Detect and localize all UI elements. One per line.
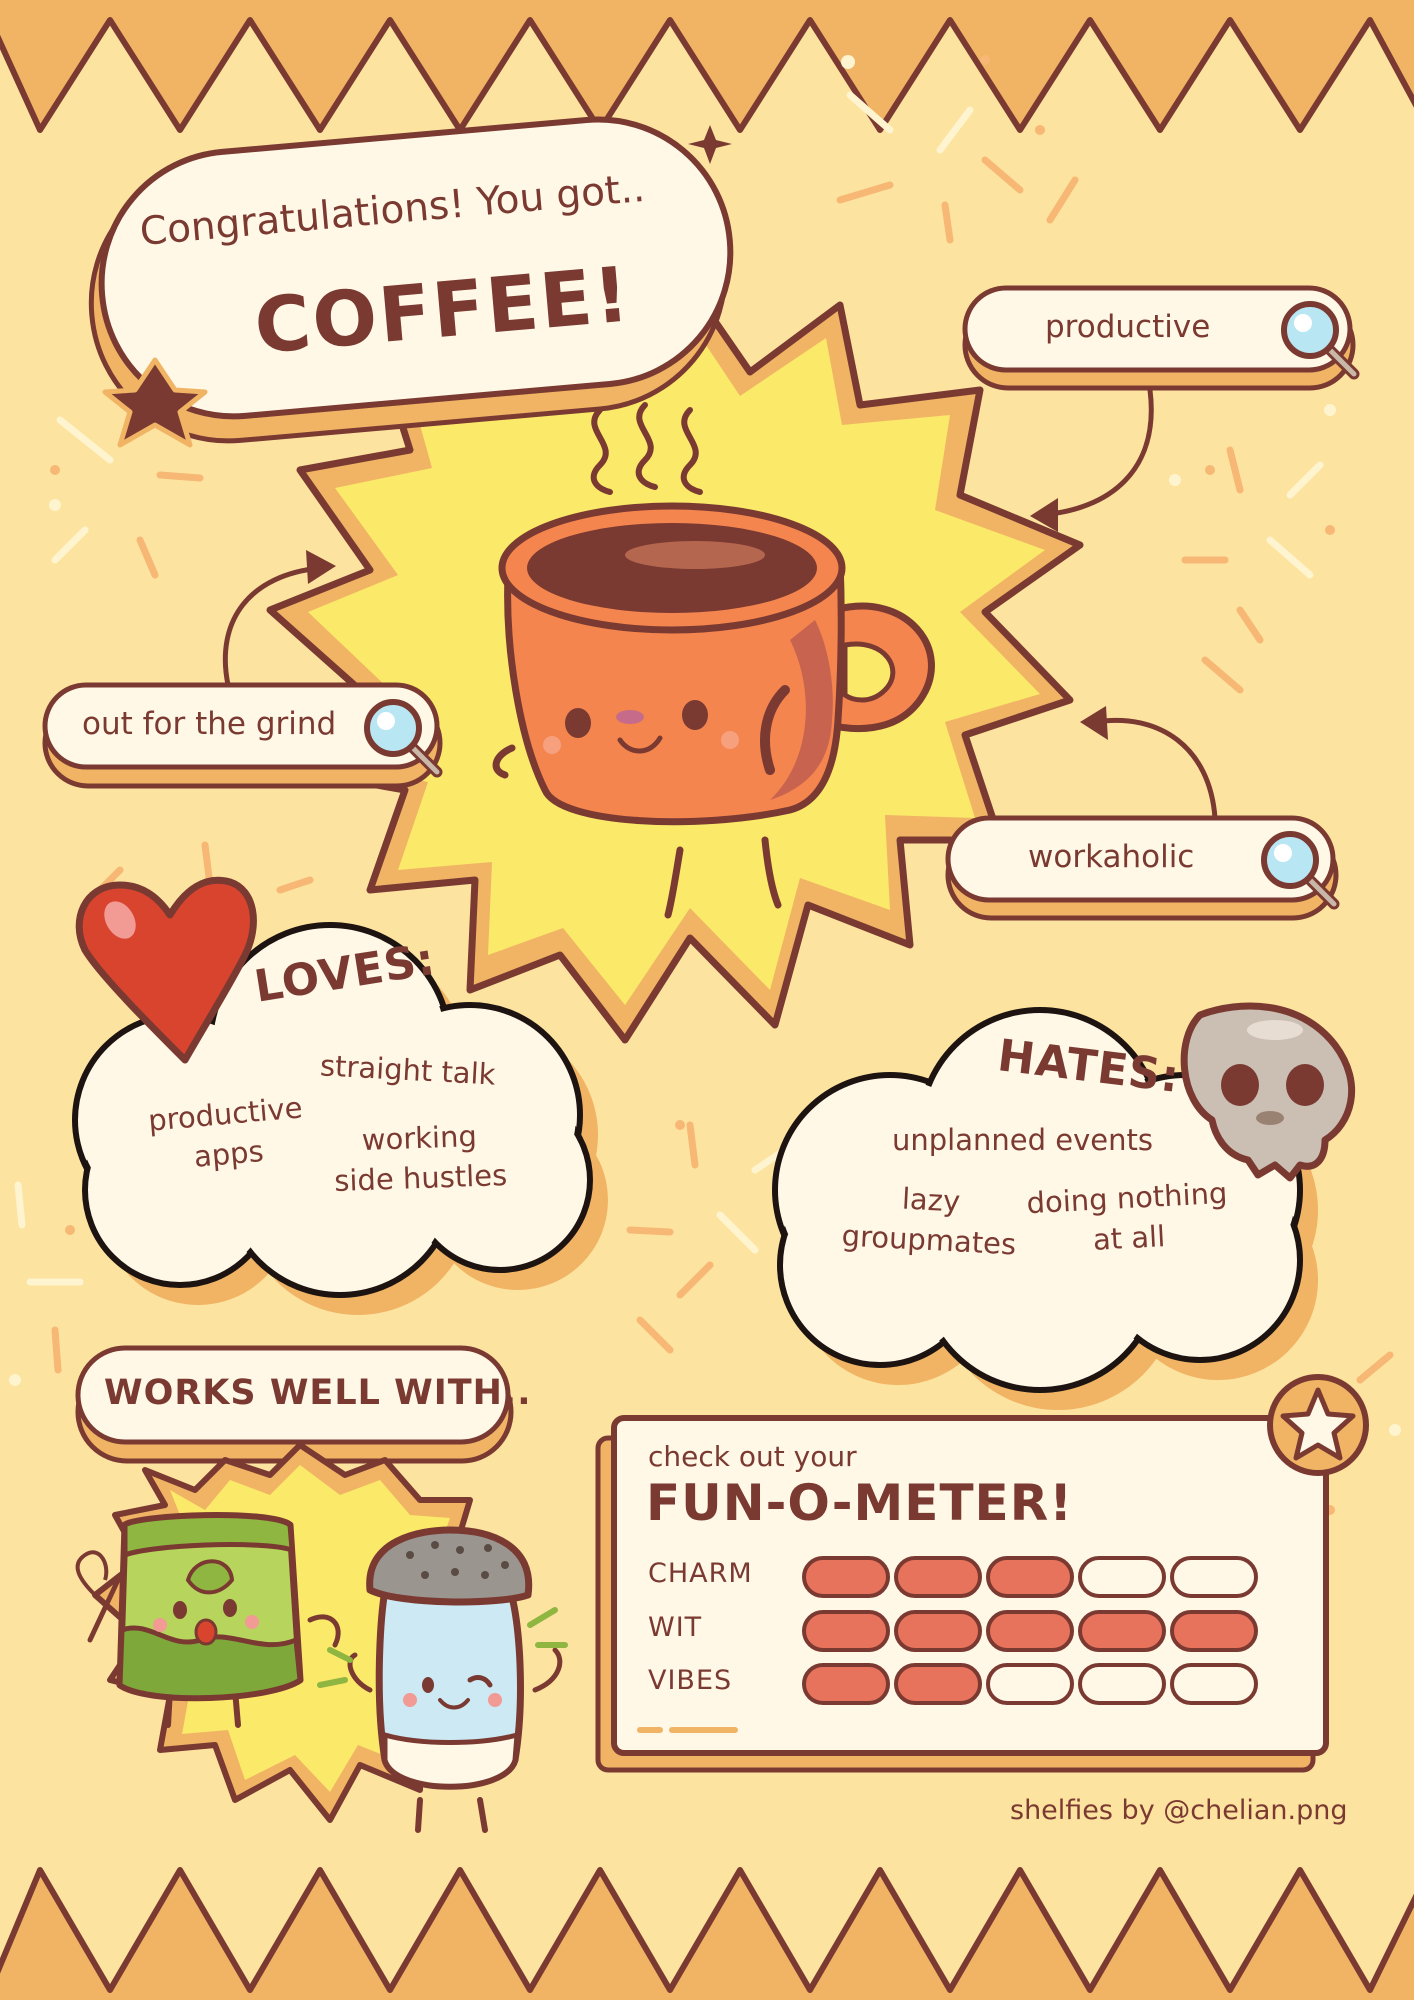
hates-item-lazy-groupmates: lazy groupmates: [840, 1181, 1018, 1262]
meter-label-vibes: VIBES: [648, 1665, 733, 1696]
arrow-productive: [1030, 387, 1154, 532]
meter-segment-vibes-2-filled: [894, 1663, 982, 1705]
hates-item-doing-nothing: doing nothing at all: [1025, 1175, 1229, 1257]
meter-segment-charm-3-filled: [986, 1556, 1074, 1598]
trait-productive: productive: [1045, 309, 1211, 345]
meter-label-wit: WIT: [648, 1612, 703, 1643]
hates-item-unplanned-events: unplanned events: [892, 1123, 1153, 1157]
credit-text: shelfies by @chelian.png: [1010, 1795, 1348, 1826]
trait-out-for-the-grind: out for the grind: [82, 706, 337, 742]
meter-segment-charm-4-empty: [1078, 1556, 1166, 1598]
fun-o-meter-bars: [802, 1556, 1258, 1705]
meter-title: FUN-O-METER!: [646, 1474, 1074, 1532]
meter-segment-vibes-1-filled: [802, 1663, 890, 1705]
meter-segment-wit-5-filled: [1170, 1610, 1258, 1652]
loves-item-working-side-hustles: working side hustles: [333, 1119, 508, 1198]
meter-star-icon: [1267, 1374, 1369, 1476]
meter-segment-vibes-4-empty: [1078, 1663, 1166, 1705]
meter-segment-wit-4-filled: [1078, 1610, 1166, 1652]
poster: Congratulations! You got.. COFFEE! produ…: [0, 0, 1414, 2000]
meter-intro: check out your: [648, 1440, 857, 1473]
meter-segment-charm-2-filled: [894, 1556, 982, 1598]
trait-workaholic: workaholic: [1028, 839, 1195, 875]
bottom-zigzag-border: [0, 1867, 1414, 2000]
arrow-workaholic: [1080, 706, 1218, 821]
meter-segment-charm-1-filled: [802, 1556, 890, 1598]
meter-segment-vibes-5-empty: [1170, 1663, 1258, 1705]
decor-layer: [0, 0, 1414, 2000]
meter-segment-vibes-3-empty: [986, 1663, 1074, 1705]
meter-segment-wit-1-filled: [802, 1610, 890, 1652]
meter-segment-wit-2-filled: [894, 1610, 982, 1652]
loves-item-productive-apps: productive apps: [146, 1090, 304, 1174]
meter-segment-wit-3-filled: [986, 1610, 1074, 1652]
meter-segment-charm-5-empty: [1170, 1556, 1258, 1598]
works-well-title: WORKS WELL WITH..: [104, 1373, 532, 1413]
meter-label-charm: CHARM: [648, 1558, 753, 1589]
top-zigzag-border: [0, 0, 1414, 133]
